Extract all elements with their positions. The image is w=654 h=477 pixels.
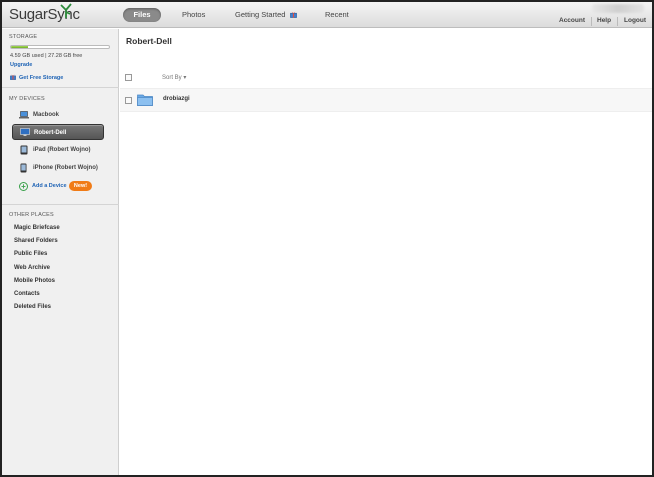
main-content: Robert-Dell Sort By ▾ drobiazgi: [120, 29, 652, 475]
tab-photos-label: Photos: [182, 10, 206, 19]
link-divider: [617, 17, 618, 26]
tab-files[interactable]: Files: [123, 8, 161, 22]
page-title: Robert-Dell: [126, 36, 172, 46]
sugarsync-logo-icon: [60, 3, 72, 18]
place-public-files[interactable]: Public Files: [14, 251, 47, 257]
help-link[interactable]: Help: [597, 17, 611, 24]
sidebar-divider: [2, 87, 119, 88]
logout-link[interactable]: Logout: [624, 17, 646, 24]
app-window: SugarSync Files Photos Getting Started R…: [0, 0, 654, 477]
get-free-storage-label: Get Free Storage: [19, 75, 64, 81]
tablet-icon: [20, 145, 28, 155]
place-web-archive[interactable]: Web Archive: [14, 265, 50, 271]
file-row[interactable]: [120, 88, 652, 112]
storage-heading: STORAGE: [9, 34, 38, 40]
tab-recent-label: Recent: [325, 10, 349, 19]
device-item-iphone[interactable]: iPhone (Robert Wojno): [12, 160, 104, 176]
device-label: Robert-Dell: [34, 130, 67, 136]
link-divider: [591, 17, 592, 26]
sidebar: STORAGE 4.59 GB used | 27.28 GB free Upg…: [2, 29, 119, 475]
tab-photos[interactable]: Photos: [182, 8, 205, 22]
device-label: iPad (Robert Wojno): [33, 147, 91, 153]
device-item-robert-dell[interactable]: Robert-Dell: [12, 124, 104, 140]
account-link[interactable]: Account: [559, 17, 585, 24]
place-deleted-files[interactable]: Deleted Files: [14, 304, 51, 310]
file-row-checkbox[interactable]: [125, 97, 132, 104]
device-item-ipad[interactable]: iPad (Robert Wojno): [12, 142, 104, 158]
my-devices-heading: MY DEVICES: [9, 96, 45, 102]
file-name[interactable]: drobiazgi: [163, 96, 190, 102]
sidebar-divider: [2, 204, 119, 205]
new-badge: New!: [69, 181, 92, 191]
computer-icon: [20, 128, 30, 136]
gift-icon: [289, 11, 297, 18]
device-label: Macbook: [33, 112, 60, 118]
tab-getting-started[interactable]: Getting Started: [235, 8, 297, 22]
add-device-label: Add a Device: [32, 183, 67, 189]
sort-by-dropdown[interactable]: Sort By ▾: [162, 74, 186, 81]
other-places-heading: OTHER PLACES: [9, 212, 54, 218]
account-name-redacted: [592, 4, 644, 13]
laptop-icon: [19, 111, 29, 119]
phone-icon: [20, 163, 27, 173]
plus-circle-icon: +: [19, 182, 28, 191]
select-all-checkbox[interactable]: [125, 74, 132, 81]
storage-meter-fill: [11, 46, 28, 48]
tab-getting-started-label: Getting Started: [235, 10, 286, 19]
place-shared-folders[interactable]: Shared Folders: [14, 238, 58, 244]
gift-icon: [10, 74, 16, 80]
place-mobile-photos[interactable]: Mobile Photos: [14, 278, 55, 284]
storage-usage-text: 4.59 GB used | 27.28 GB free: [10, 53, 83, 59]
get-free-storage-link[interactable]: Get Free Storage: [10, 74, 63, 81]
place-contacts[interactable]: Contacts: [14, 291, 40, 297]
place-magic-briefcase[interactable]: Magic Briefcase: [14, 225, 60, 231]
storage-meter: [10, 45, 110, 49]
tab-recent[interactable]: Recent: [325, 8, 349, 22]
device-item-macbook[interactable]: Macbook: [12, 107, 104, 123]
tab-files-label: Files: [133, 10, 151, 19]
device-label: iPhone (Robert Wojno): [33, 165, 98, 171]
upgrade-link[interactable]: Upgrade: [10, 62, 32, 68]
folder-icon: [137, 94, 153, 106]
top-bar: SugarSync Files Photos Getting Started R…: [2, 2, 652, 28]
